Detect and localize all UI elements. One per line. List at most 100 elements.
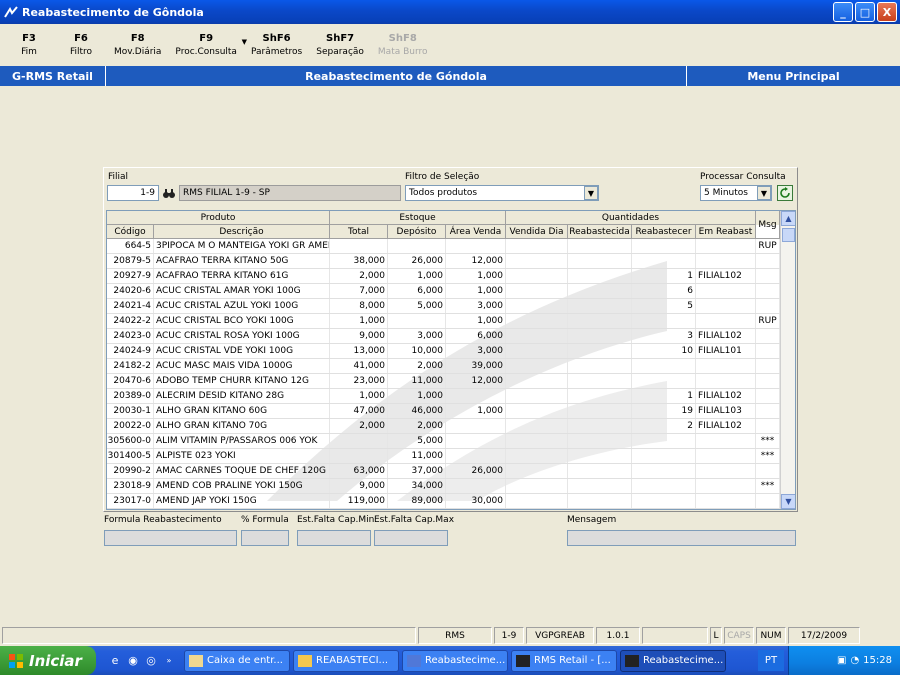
task-rms-retail[interactable]: RMS Retail - [... [511,649,617,672]
clock[interactable]: 15:28 [863,655,892,666]
table-row[interactable]: 305600-0 ALIM VITAMIN P/PASSAROS 006 YOK 5… [107,434,780,449]
col-reabastecer[interactable]: Reabastecer [632,225,696,239]
col-vendida-dia[interactable]: Vendida Dia [506,225,568,239]
products-grid[interactable]: Produto Estoque Quantidades Msg Código D… [106,210,796,510]
table-cell: 5,000 [388,434,446,448]
table-cell [446,239,506,253]
chevron-down-icon[interactable]: ▼ [757,186,771,200]
col-em-reabast[interactable]: Em Reabast [696,225,756,239]
table-cell: 41,000 [330,359,388,373]
table-row[interactable]: 20990-2 AMAC CARNES TOQUE DE CHEF 120G 63,… [107,464,780,479]
table-cell: 3 [632,329,696,343]
network-icon[interactable]: ▣ [837,655,846,666]
table-row[interactable]: 24023-0 ACUC CRISTAL ROSA YOKI 100G 9,000 3… [107,329,780,344]
task-reabastecimento-active[interactable]: Reabastecime... [620,649,726,672]
fkey-filtro[interactable]: F6 Filtro [58,24,104,66]
table-cell: 34,000 [388,479,446,493]
table-row[interactable]: 20030-1 ALHO GRAN KITANO 60G 47,000 46,000 1… [107,404,780,419]
start-button[interactable]: Iniciar [0,646,96,675]
col-area-venda[interactable]: Área Venda [446,225,506,239]
table-cell: 7,000 [330,284,388,298]
table-row[interactable]: 301400-5 ALPISTE 023 YOKI 11,000 *** [107,449,780,464]
col-codigo[interactable]: Código [107,225,154,239]
pct-formula-field[interactable] [241,530,289,546]
col-descricao[interactable]: Descrição [154,225,330,239]
scroll-down-icon[interactable]: ▼ [781,494,795,509]
table-row[interactable]: 24022-2 ACUC CRISTAL BCO YOKI 100G 1,000 1,… [107,314,780,329]
fkey-separacao[interactable]: ShF7 Separação [312,24,368,66]
table-cell [506,374,568,388]
band-main-menu[interactable]: Menu Principal [687,66,900,86]
outlook-icon[interactable]: ◉ [126,654,140,668]
table-cell [388,314,446,328]
status-l: L [710,627,722,644]
table-cell: 12,000 [446,374,506,388]
col-total[interactable]: Total [330,225,388,239]
grid-vertical-scrollbar[interactable]: ▲ ▼ [780,211,795,509]
filtro-selecao-select[interactable]: Todos produtos [405,185,599,201]
status-date: 17/2/2009 [788,627,860,644]
table-cell [568,284,632,298]
table-cell [568,419,632,433]
table-cell [330,434,388,448]
scroll-thumb[interactable] [782,228,795,242]
table-row[interactable]: 24021-4 ACUC CRISTAL AZUL YOKI 100G 8,000 5… [107,299,780,314]
table-cell: 119,000 [330,494,388,508]
filtro-selecao-label: Filtro de Seleção [405,172,480,182]
language-indicator[interactable]: PT [758,650,784,671]
table-cell [506,344,568,358]
table-row[interactable]: 20879-5 ACAFRAO TERRA KITANO 50G 38,000 26,… [107,254,780,269]
task-reabasteci-folder[interactable]: REABASTECI... [293,649,399,672]
table-cell: AMEND COB PRALINE YOKI 150G [154,479,330,493]
table-row[interactable]: 23018-9 AMEND COB PRALINE YOKI 150G 9,000 3… [107,479,780,494]
media-icon[interactable]: ◎ [144,654,158,668]
fkey-proc-consulta[interactable]: F9 Proc.Consulta ▼ [171,24,247,66]
filial-code-input[interactable]: 1-9 [107,185,159,201]
chevron-down-icon[interactable]: ▼ [584,186,598,200]
table-row[interactable]: 664-5 3PIPOCA M O MANTEIGA YOKI GR AMEI RU… [107,239,780,254]
rms-icon [625,654,639,667]
table-cell: 19 [632,404,696,418]
task-caixa-entrada[interactable]: Caixa de entr... [184,649,290,672]
table-row[interactable]: 23017-0 AMEND JAP YOKI 150G 119,000 89,000 3… [107,494,780,509]
ie-icon[interactable]: e [108,654,122,668]
table-cell [506,359,568,373]
fkey-mata-burro: ShF8 Mata Burro [377,33,428,57]
close-button[interactable]: X [877,2,897,22]
maximize-button[interactable]: □ [855,2,875,22]
col-msg[interactable]: Msg [756,211,780,239]
table-cell [632,479,696,493]
table-row[interactable]: 20389-0 ALECRIM DESID KITANO 28G 1,000 1,00… [107,389,780,404]
task-reabastecimento-doc[interactable]: Reabastecime... [402,649,508,672]
refresh-icon[interactable] [777,185,793,201]
table-cell [756,419,780,433]
table-cell: ACUC CRISTAL VDE YOKI 100G [154,344,330,358]
scroll-up-icon[interactable]: ▲ [781,211,795,226]
table-cell [568,344,632,358]
volume-icon[interactable]: ◔ [850,655,859,666]
window-titlebar[interactable]: Reabastecimento de Gôndola _ □ X [0,0,900,24]
table-cell [756,389,780,403]
table-row[interactable]: 20470-6 ADOBO TEMP CHURR KITANO 12G 23,000… [107,374,780,389]
table-cell: ALPISTE 023 YOKI [154,449,330,463]
col-reabastecida[interactable]: Reabastecida [568,225,632,239]
table-row[interactable]: 20022-0 ALHO GRAN KITANO 70G 2,000 2,000 2 FI… [107,419,780,434]
table-cell: 2,000 [330,269,388,283]
fkey-fim[interactable]: F3 Fim [6,24,52,66]
fkey-mov-diaria[interactable]: F8 Mov.Diária [110,24,165,66]
table-cell: 10 [632,344,696,358]
processar-consulta-label: Processar Consulta [700,172,786,182]
cap-max-field[interactable] [374,530,448,546]
table-row[interactable]: 24024-9 ACUC CRISTAL VDE YOKI 100G 13,000 1… [107,344,780,359]
table-row[interactable]: 24020-6 ACUC CRISTAL AMAR YOKI 100G 7,000 6… [107,284,780,299]
binoculars-icon[interactable] [161,185,177,201]
minimize-button[interactable]: _ [833,2,853,22]
fkey-parametros[interactable]: ShF6 Parâmetros [247,24,306,66]
cap-min-field[interactable] [297,530,371,546]
table-row[interactable]: 24182-2 ACUC MASC MAIS VIDA 1000G 41,000 2,… [107,359,780,374]
formula-field[interactable] [104,530,237,546]
table-row[interactable]: 20927-9 ACAFRAO TERRA KITANO 61G 2,000 1,00… [107,269,780,284]
table-cell [506,464,568,478]
col-deposito[interactable]: Depósito [388,225,446,239]
chevron-right-icon[interactable]: » [162,654,176,668]
